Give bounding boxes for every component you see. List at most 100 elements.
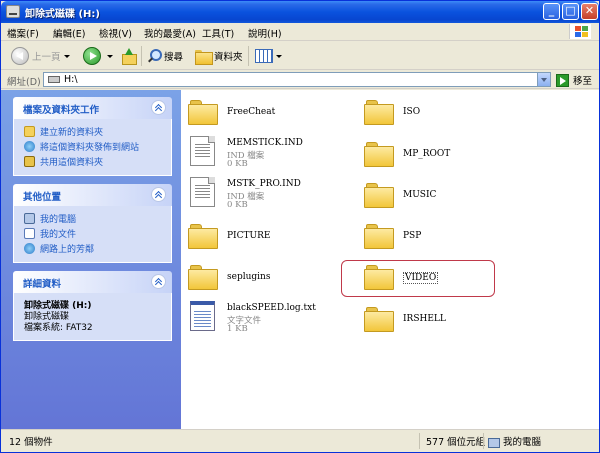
place-network[interactable]: 網路上的芳鄰 xyxy=(24,241,163,256)
collapse-icon[interactable] xyxy=(151,100,166,115)
menu-view[interactable]: 檢視(V) xyxy=(99,26,132,40)
views-icon xyxy=(255,49,273,63)
task-new-folder[interactable]: 建立新的資料夾 xyxy=(24,124,163,139)
address-value: H:\ xyxy=(64,74,78,85)
folder-item[interactable]: seplugins xyxy=(188,263,358,303)
folder-item[interactable]: MP_ROOT xyxy=(364,140,534,180)
panel-header[interactable]: 詳細資料 xyxy=(13,271,172,293)
item-name: MSTK_PRO.IND xyxy=(227,179,301,189)
item-name: MP_ROOT xyxy=(403,149,451,159)
go-arrow-icon xyxy=(556,73,569,87)
task-publish-web[interactable]: 將這個資料夾發佈到網站 xyxy=(24,139,163,154)
item-name: seplugins xyxy=(227,272,271,282)
task-label: 建立新的資料夾 xyxy=(40,128,104,138)
menu-bar: 檔案(F) 編輯(E) 檢視(V) 我的最愛(A) 工具(T) 說明(H) xyxy=(1,23,599,41)
folder-item[interactable]: PSP xyxy=(364,222,534,262)
file-item[interactable]: MEMSTICK.IND IND 檔案 0 KB xyxy=(188,136,358,176)
toolbar-separator xyxy=(248,46,249,66)
item-name: FreeCheat xyxy=(227,107,276,117)
menu-favorites[interactable]: 我的最愛(A) xyxy=(144,26,196,40)
place-label: 我的電腦 xyxy=(40,215,77,225)
folder-item[interactable]: ISO xyxy=(364,98,534,138)
panel-title: 詳細資料 xyxy=(23,279,62,290)
address-label: 網址(D) xyxy=(7,77,41,88)
my-documents-icon xyxy=(24,228,35,239)
drive-icon xyxy=(48,76,60,83)
panel-title: 其他位置 xyxy=(23,192,62,203)
status-divider xyxy=(419,433,420,449)
close-button[interactable]: ✕ xyxy=(581,3,598,20)
back-arrow-icon xyxy=(11,47,29,65)
document-icon xyxy=(190,177,215,207)
folder-item[interactable]: IRSHELL xyxy=(364,305,534,345)
other-places-panel: 其他位置 我的電腦 我的文件 網路上的芳鄰 xyxy=(13,184,172,263)
item-size: 0 KB xyxy=(227,200,248,210)
forward-arrow-icon xyxy=(83,47,101,65)
folder-icon xyxy=(364,183,394,208)
go-button[interactable]: 移至 xyxy=(556,73,592,87)
collapse-icon[interactable] xyxy=(151,274,166,289)
place-label: 網路上的芳鄰 xyxy=(40,245,95,255)
toolbar: 上一頁 搜尋 資料夾 xyxy=(1,42,599,70)
details-panel: 詳細資料 卸除式磁碟 (H:) 卸除式磁碟 檔案系統: FAT32 xyxy=(13,271,172,341)
folder-icon xyxy=(188,265,218,290)
folder-icon xyxy=(195,49,213,65)
title-bar[interactable]: 卸除式磁碟 (H:) _ □ ✕ xyxy=(1,1,599,23)
panel-header[interactable]: 其他位置 xyxy=(13,184,172,206)
item-size: 1 KB xyxy=(227,324,248,334)
panel-header[interactable]: 檔案及資料夾工作 xyxy=(13,97,172,119)
panel-body: 建立新的資料夾 將這個資料夾發佈到網站 共用這個資料夾 xyxy=(13,119,172,176)
views-button[interactable] xyxy=(255,46,282,66)
menu-edit[interactable]: 編輯(E) xyxy=(53,26,85,40)
detail-filesystem: 檔案系統: FAT32 xyxy=(24,323,93,333)
search-button[interactable]: 搜尋 xyxy=(147,46,183,66)
folders-button[interactable]: 資料夾 xyxy=(195,46,243,66)
place-my-documents[interactable]: 我的文件 xyxy=(24,226,163,241)
status-bar: 12 個物件 577 個位元組 我的電腦 xyxy=(1,429,599,452)
item-name: PSP xyxy=(403,231,422,241)
maximize-button[interactable]: □ xyxy=(562,3,579,20)
item-size: 0 KB xyxy=(227,159,248,169)
text-file-icon xyxy=(190,301,215,331)
globe-icon xyxy=(24,141,35,152)
file-item[interactable]: blackSPEED.log.txt 文字文件 1 KB xyxy=(188,301,358,341)
task-label: 共用這個資料夾 xyxy=(40,158,104,168)
task-pane: 檔案及資料夾工作 建立新的資料夾 將這個資料夾發佈到網站 共用這個資料夾 其他位… xyxy=(1,90,181,429)
panel-body: 我的電腦 我的文件 網路上的芳鄰 xyxy=(13,206,172,263)
folder-item[interactable]: MUSIC xyxy=(364,181,534,221)
item-name: MUSIC xyxy=(403,190,437,200)
status-location-label: 我的電腦 xyxy=(503,437,542,448)
up-folder-icon xyxy=(121,48,137,65)
menu-help[interactable]: 說明(H) xyxy=(248,26,282,40)
drive-icon xyxy=(6,5,20,18)
toolbar-separator xyxy=(141,46,142,66)
folder-icon xyxy=(364,224,394,249)
collapse-icon[interactable] xyxy=(151,187,166,202)
highlight-annotation xyxy=(341,260,495,297)
menu-file[interactable]: 檔案(F) xyxy=(7,26,39,40)
menu-tools[interactable]: 工具(T) xyxy=(202,26,234,40)
folder-icon xyxy=(188,100,218,125)
item-name: IRSHELL xyxy=(403,314,446,324)
file-item[interactable]: MSTK_PRO.IND IND 檔案 0 KB xyxy=(188,177,358,217)
address-input[interactable]: H:\ xyxy=(43,72,551,87)
panel-title: 檔案及資料夾工作 xyxy=(23,105,100,116)
search-icon xyxy=(147,49,162,63)
back-button[interactable]: 上一頁 xyxy=(11,46,70,66)
task-share-folder[interactable]: 共用這個資料夾 xyxy=(24,154,163,169)
new-folder-icon xyxy=(24,126,35,137)
address-dropdown-button[interactable] xyxy=(537,73,550,86)
folder-icon xyxy=(188,224,218,249)
folder-item[interactable]: PICTURE xyxy=(188,222,358,262)
place-my-computer[interactable]: 我的電腦 xyxy=(24,211,163,226)
folder-icon xyxy=(364,307,394,332)
minimize-button[interactable]: _ xyxy=(543,3,560,20)
panel-body: 卸除式磁碟 (H:) 卸除式磁碟 檔案系統: FAT32 xyxy=(13,293,172,341)
item-name: blackSPEED.log.txt xyxy=(227,303,316,313)
detail-type: 卸除式磁碟 xyxy=(24,312,70,322)
folder-item[interactable]: FreeCheat xyxy=(188,98,358,138)
up-folder-button[interactable] xyxy=(121,46,137,66)
status-size: 577 個位元組 xyxy=(426,437,486,448)
status-location: 我的電腦 xyxy=(488,434,541,448)
forward-button[interactable] xyxy=(83,46,113,66)
